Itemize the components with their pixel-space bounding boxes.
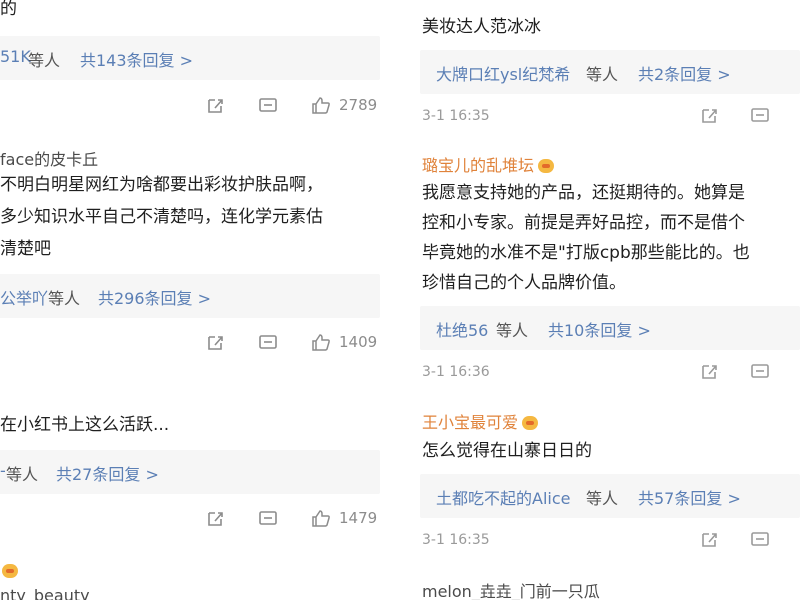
reply-summary[interactable]: - 等人 共27条回复 > xyxy=(0,450,380,494)
reply-summary[interactable]: 大牌口红ysl纪梵希 等人 共2条回复 > xyxy=(420,50,800,94)
comment-text: 怎么觉得在山寨日日的 xyxy=(422,441,592,461)
share-icon[interactable] xyxy=(700,363,720,381)
comment-icon[interactable] xyxy=(258,334,278,352)
comment-username[interactable]: 璐宝儿的乱堆坛 xyxy=(422,152,555,176)
like-icon[interactable] xyxy=(311,509,331,527)
reply-users[interactable]: 51K xyxy=(0,47,31,66)
comment-icon[interactable] xyxy=(258,510,278,528)
comment-username[interactable]: nty_beauty xyxy=(0,586,90,600)
like-count: 1409 xyxy=(339,333,378,351)
reply-users-suffix: 等人 xyxy=(496,321,529,340)
reply-count-link[interactable]: 共10条回复 > xyxy=(548,317,651,341)
reply-summary[interactable]: 土都吃不起的Alice 等人 共57条回复 > xyxy=(420,474,800,518)
comment-timestamp: 3-1 16:36 xyxy=(422,364,490,380)
comment-username-text[interactable]: 璐宝儿的乱堆坛 xyxy=(422,156,534,175)
vip-badge-icon xyxy=(2,564,18,578)
reply-count-link[interactable]: 共27条回复 > xyxy=(56,461,159,485)
comment-text: 美妆达人范冰冰 xyxy=(422,17,541,37)
reply-users[interactable]: 杜绝56 xyxy=(436,317,488,341)
like-icon[interactable] xyxy=(311,96,331,114)
comment-column-left: 的 51K 等人 共143条回复 > 2789 face的皮卡丘 不明白明星网红… xyxy=(0,0,400,600)
reply-users-suffix: 等人 xyxy=(586,65,619,84)
reply-count-link[interactable]: 共143条回复 > xyxy=(80,47,193,71)
share-icon[interactable] xyxy=(206,510,226,528)
comment-username-text[interactable]: 王小宝最可爱 xyxy=(422,413,518,432)
column-divider xyxy=(400,0,410,600)
share-icon[interactable] xyxy=(700,107,720,125)
reply-users[interactable]: 公举吖 xyxy=(0,285,48,309)
like-count: 2789 xyxy=(339,96,378,114)
comment-text-line: 控和小专家。前提是弄好品控，而不是借个 xyxy=(422,213,745,233)
comment-username[interactable]: face的皮卡丘 xyxy=(0,146,98,170)
reply-count-link[interactable]: 共57条回复 > xyxy=(638,485,741,509)
like-icon[interactable] xyxy=(311,333,331,351)
reply-users-suffix: 等人 xyxy=(586,489,619,508)
share-icon[interactable] xyxy=(206,97,226,115)
comment-username[interactable]: 王小宝最可爱 xyxy=(422,409,539,433)
like-count: 1479 xyxy=(339,509,378,527)
comment-text-line: 多少知识水平自己不清楚吗，连化学元素估 xyxy=(0,207,323,227)
comment-icon[interactable] xyxy=(750,107,770,125)
reply-count-link[interactable]: 共296条回复 > xyxy=(98,285,211,309)
comment-text-line: 毕竟她的水准不是"打版cpb那些能比的。也 xyxy=(422,243,750,263)
vip-badge-icon xyxy=(522,415,539,430)
reply-summary[interactable]: 杜绝56 等人 共10条回复 > xyxy=(420,306,800,350)
comment-text: 的 xyxy=(0,0,17,19)
comment-text-line: 不明白明星网红为啥都要出彩妆护肤品啊， xyxy=(0,175,323,195)
comment-text-line: 我愿意支持她的产品，还挺期待的。她算是 xyxy=(422,183,745,203)
reply-count-link[interactable]: 共2条回复 > xyxy=(638,61,731,85)
comment-column-right: 美妆达人范冰冰 大牌口红ysl纪梵希 等人 共2条回复 > 3-1 16:35 … xyxy=(410,0,800,600)
reply-users[interactable]: 大牌口红ysl纪梵希 xyxy=(436,61,570,85)
reply-summary[interactable]: 51K 等人 共143条回复 > xyxy=(0,36,380,80)
comment-icon[interactable] xyxy=(750,363,770,381)
reply-summary[interactable]: 公举吖 等人 共296条回复 > xyxy=(0,274,380,318)
comment-username[interactable]: melon_垚垚_门前一只瓜 xyxy=(422,578,600,600)
share-icon[interactable] xyxy=(700,531,720,549)
share-icon[interactable] xyxy=(206,334,226,352)
reply-users[interactable]: - xyxy=(0,461,6,480)
reply-users-suffix: 等人 xyxy=(28,51,61,70)
reply-users-suffix: 等人 xyxy=(48,289,81,308)
comment-icon[interactable] xyxy=(750,531,770,549)
reply-users-suffix: 等人 xyxy=(6,465,39,484)
comment-text: 在小红书上这么活跃... xyxy=(0,415,170,435)
comment-timestamp: 3-1 16:35 xyxy=(422,532,490,548)
reply-users[interactable]: 土都吃不起的Alice xyxy=(436,485,570,509)
comment-timestamp: 3-1 16:35 xyxy=(422,108,490,124)
comment-text-line: 清楚吧 xyxy=(0,239,51,259)
comment-text-line: 珍惜自己的个人品牌价值。 xyxy=(422,273,626,293)
vip-badge-icon xyxy=(538,158,555,173)
comment-icon[interactable] xyxy=(258,97,278,115)
